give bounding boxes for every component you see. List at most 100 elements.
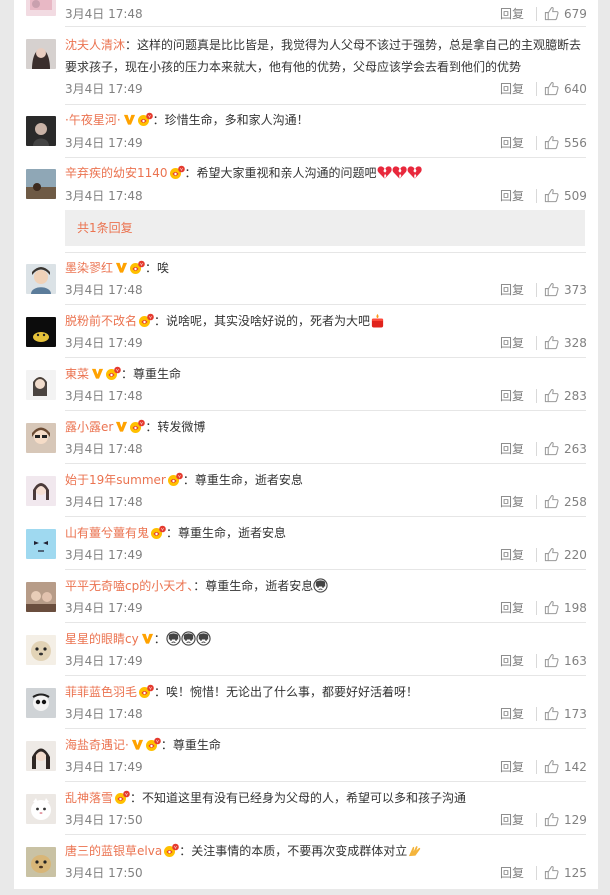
- row-separator: [65, 834, 586, 835]
- like-count: 556: [564, 136, 587, 150]
- reply-button[interactable]: 回复: [500, 494, 524, 510]
- reply-button[interactable]: 回复: [500, 188, 524, 204]
- comment-username[interactable]: 沈夫人清沐: [65, 38, 125, 52]
- comment-username[interactable]: 辛弃疾的幼安1140: [65, 166, 168, 180]
- divider: [536, 7, 537, 21]
- like-button[interactable]: 258: [544, 494, 598, 510]
- comment-text: ：尊重生命，逝者安息: [166, 526, 287, 540]
- crying-face-icon: [166, 631, 181, 646]
- reply-button[interactable]: 回复: [500, 759, 524, 775]
- comment-username[interactable]: 東菜: [65, 367, 89, 381]
- broken-heart-icon: [407, 165, 422, 180]
- comment-username[interactable]: 海盐奇遇记·: [65, 738, 129, 752]
- like-button[interactable]: 129: [544, 812, 598, 828]
- comment-username[interactable]: 始于19年summer: [65, 473, 166, 487]
- like-button[interactable]: 373: [544, 282, 598, 298]
- like-button[interactable]: 125: [544, 865, 598, 881]
- reply-button[interactable]: 回复: [500, 6, 524, 22]
- thumbs-up-icon: [544, 759, 559, 774]
- like-button[interactable]: 163: [544, 653, 598, 669]
- like-count: 142: [564, 760, 587, 774]
- reply-button[interactable]: 回复: [500, 81, 524, 97]
- thumbs-up-icon: [544, 6, 559, 21]
- reply-button[interactable]: 回复: [500, 653, 524, 669]
- row-separator: [65, 26, 586, 27]
- comment-username[interactable]: 唐三的蓝银草elva: [65, 844, 162, 858]
- like-button[interactable]: 220: [544, 547, 598, 563]
- vip-v-badge-icon: [115, 420, 128, 433]
- reply-button[interactable]: 回复: [500, 547, 524, 563]
- reply-button[interactable]: 回复: [500, 135, 524, 151]
- like-button[interactable]: 198: [544, 600, 598, 616]
- like-button[interactable]: 173: [544, 706, 598, 722]
- like-count: 509: [564, 189, 587, 203]
- like-button[interactable]: 142: [544, 759, 598, 775]
- comment-username[interactable]: 脱粉前不改名: [65, 314, 137, 328]
- comment-text: ：唉！惋惜！无论出了什么事，都要好好活着呀！: [154, 685, 419, 699]
- avatar[interactable]: [26, 370, 56, 400]
- avatar[interactable]: [26, 847, 56, 877]
- divider: [536, 866, 537, 880]
- avatar[interactable]: [26, 423, 56, 453]
- reply-button[interactable]: 回复: [500, 812, 524, 828]
- reply-button[interactable]: 回复: [500, 282, 524, 298]
- like-button[interactable]: 556: [544, 135, 598, 151]
- avatar[interactable]: [26, 116, 56, 146]
- praying-hands-icon: [407, 843, 422, 858]
- more-replies-button[interactable]: 共1条回复: [65, 210, 585, 246]
- comment-username[interactable]: 菲菲蓝色羽毛: [65, 685, 137, 699]
- comment-text: ：尊重生命，逝者安息: [193, 579, 314, 593]
- like-button[interactable]: 328: [544, 335, 598, 351]
- avatar[interactable]: [26, 741, 56, 771]
- avatar[interactable]: [26, 688, 56, 718]
- comment-text: 要求孩子，现在小孩的压力本来就大，他有他的优势，父母应该学会去看到他们的优势: [65, 60, 522, 74]
- weibo-member-badge-icon: [137, 112, 153, 127]
- comment-username[interactable]: 乱神落雪: [65, 791, 113, 805]
- vip-v-badge-icon: [123, 113, 136, 126]
- comment-username[interactable]: 星星的眼睛cy: [65, 632, 139, 646]
- comment-time: 3月4日 17:48: [65, 389, 143, 403]
- comment-username[interactable]: 平平无奇嗑cp的小天才、: [65, 579, 193, 593]
- divider: [536, 495, 537, 509]
- thumbs-up-icon: [544, 600, 559, 615]
- like-button[interactable]: 679: [544, 6, 598, 22]
- comment-username[interactable]: 山有薑兮薑有鬼: [65, 526, 149, 540]
- avatar[interactable]: [26, 529, 56, 559]
- avatar[interactable]: [26, 264, 56, 294]
- row-separator: [65, 569, 586, 570]
- divider: [536, 336, 537, 350]
- divider: [536, 548, 537, 562]
- comment-username[interactable]: 露小露er: [65, 420, 113, 434]
- avatar[interactable]: [26, 582, 56, 612]
- like-button[interactable]: 509: [544, 188, 598, 204]
- reply-button[interactable]: 回复: [500, 600, 524, 616]
- like-count: 263: [564, 442, 587, 456]
- weibo-member-badge-icon: [167, 472, 183, 487]
- thumbs-up-icon: [544, 188, 559, 203]
- avatar[interactable]: [26, 0, 56, 16]
- like-button[interactable]: 283: [544, 388, 598, 404]
- avatar[interactable]: [26, 39, 56, 69]
- comment-body: 星星的眼睛cy ：: [65, 628, 585, 650]
- reply-button[interactable]: 回复: [500, 706, 524, 722]
- reply-button[interactable]: 回复: [500, 441, 524, 457]
- comment-username[interactable]: ·午夜星河·: [65, 113, 121, 127]
- vip-v-badge-icon: [141, 632, 154, 645]
- avatar[interactable]: [26, 476, 56, 506]
- reply-button[interactable]: 回复: [500, 388, 524, 404]
- like-button[interactable]: 263: [544, 441, 598, 457]
- comment-time: 3月4日 17:48: [65, 7, 143, 21]
- comment-text: ：唉: [145, 261, 170, 275]
- comment-body: ·午夜星河· ：珍惜生命，多和家人沟通！: [65, 109, 585, 131]
- reply-button[interactable]: 回复: [500, 865, 524, 881]
- like-button[interactable]: 640: [544, 81, 598, 97]
- comment-text: ：转发微博: [145, 420, 206, 434]
- reply-button[interactable]: 回复: [500, 335, 524, 351]
- avatar[interactable]: [26, 794, 56, 824]
- avatar[interactable]: [26, 169, 56, 199]
- divider: [536, 707, 537, 721]
- like-count: 129: [564, 813, 587, 827]
- avatar[interactable]: [26, 317, 56, 347]
- avatar[interactable]: [26, 635, 56, 665]
- comment-username[interactable]: 墨染翏红: [65, 261, 113, 275]
